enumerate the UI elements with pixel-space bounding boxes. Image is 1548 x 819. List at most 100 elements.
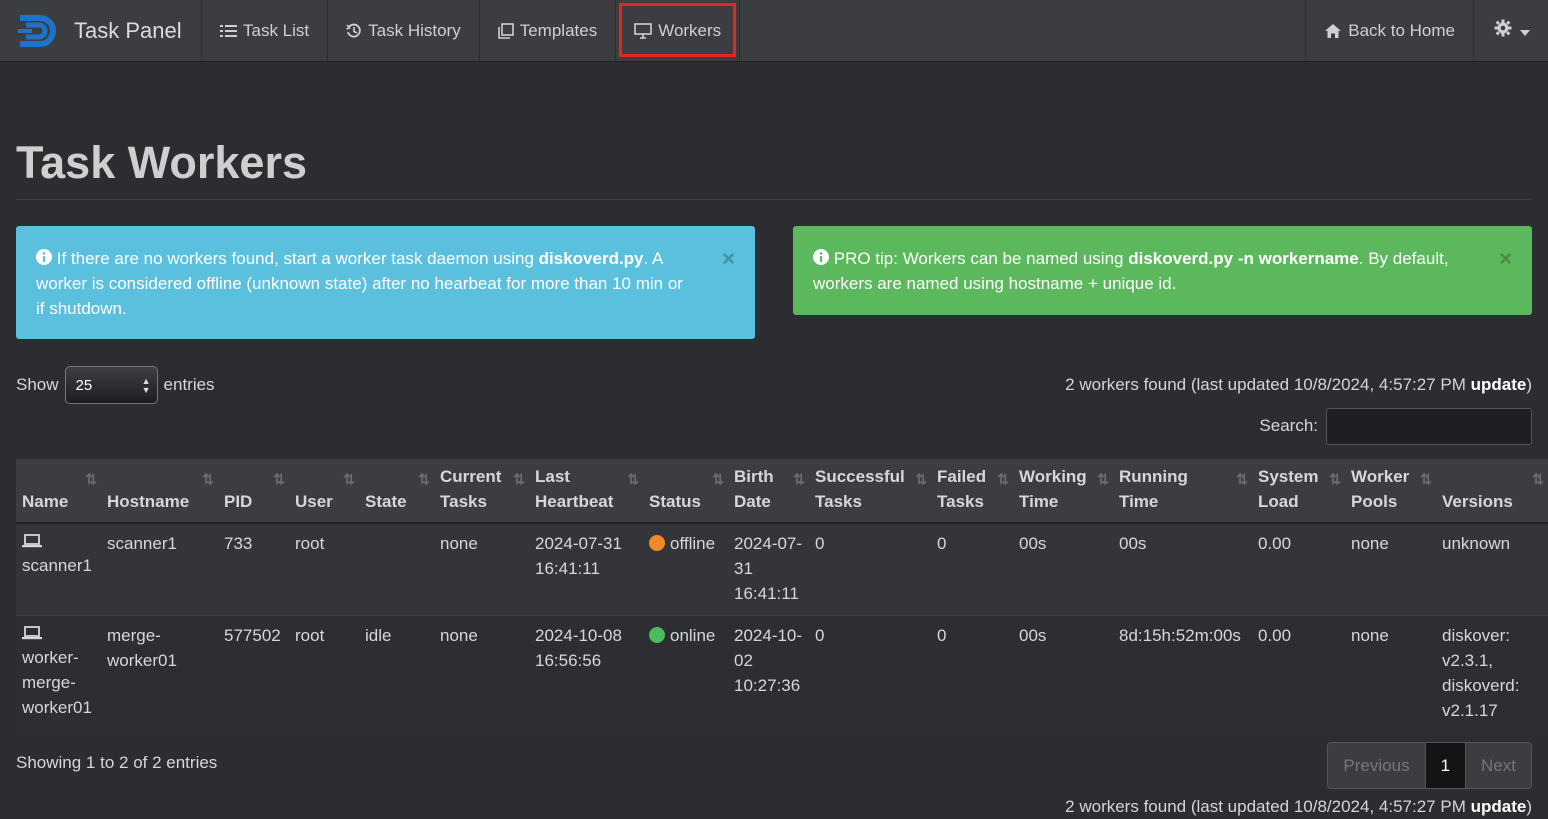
column-header-hostname[interactable]: Hostname ⇅ xyxy=(101,459,218,524)
cell-value: root xyxy=(295,626,325,645)
entries-per-page-select[interactable]: 25 ▲ ▼ xyxy=(64,366,158,404)
sort-icon: ⇅ xyxy=(712,471,724,487)
column-header-versions[interactable]: Versions ⇅ xyxy=(1436,459,1548,524)
nav-task-list[interactable]: Task List xyxy=(202,0,329,61)
info-circle-icon xyxy=(813,249,834,268)
workers-found-status: 2 workers found (last updated 10/8/2024,… xyxy=(1065,375,1532,395)
column-header-worker-pools[interactable]: Worker Pools ⇅ xyxy=(1345,459,1436,524)
cell-name: scanner1 xyxy=(16,522,101,616)
cell-versions: diskover: v2.3.1, diskoverd: v2.1.17 xyxy=(1436,615,1548,732)
status-dot-icon xyxy=(649,535,665,551)
pro-tip-close-button[interactable]: × xyxy=(1499,246,1512,271)
cell-value: 577502 xyxy=(224,626,281,645)
cell-running-time: 00s xyxy=(1113,522,1252,616)
cell-value: 0 xyxy=(815,626,825,645)
sort-icon: ⇅ xyxy=(627,471,639,487)
top-navbar: Task Panel Task List Task History Templa… xyxy=(0,0,1548,62)
workers-table: Name ⇅ Hostname ⇅ PID ⇅ User ⇅ State ⇅ Current Task… xyxy=(16,459,1548,732)
workers-found-close-paren: ) xyxy=(1526,797,1532,816)
cell-value: 733 xyxy=(224,534,253,553)
sort-icon: ⇅ xyxy=(1420,471,1432,487)
cell-birth-date: 2024-07-31 16:41:11 xyxy=(728,522,809,616)
cell-value: online xyxy=(670,626,716,645)
column-header-user[interactable]: User ⇅ xyxy=(289,459,359,524)
column-header-line2: Time xyxy=(1019,492,1059,511)
column-header-running-time[interactable]: Running Time ⇅ xyxy=(1113,459,1252,524)
cell-value: unknown xyxy=(1442,534,1511,553)
column-header-working-time[interactable]: Working Time ⇅ xyxy=(1013,459,1113,524)
home-icon xyxy=(1324,23,1342,39)
column-header-successful-tasks[interactable]: Successful Tasks ⇅ xyxy=(809,459,931,524)
pro-tip-command: diskoverd.py -n workername xyxy=(1128,249,1359,268)
sort-icon: ⇅ xyxy=(915,471,927,487)
column-header-line1 xyxy=(1442,464,1542,489)
column-header-line2: State xyxy=(365,492,407,511)
table-row: scanner1 scanner1 733 root none 2024-07-31 16… xyxy=(16,522,1548,616)
sort-icon: ⇅ xyxy=(1532,471,1544,487)
nav-templates[interactable]: Templates xyxy=(480,0,617,61)
cell-value: 0.00 xyxy=(1258,534,1292,553)
cell-value: none xyxy=(1351,534,1389,553)
column-header-last-heartbeat[interactable]: Last Heartbeat ⇅ xyxy=(529,459,643,524)
column-header-line2: Tasks xyxy=(440,492,487,511)
sort-icon: ⇅ xyxy=(418,471,430,487)
column-header-line2: Hostname xyxy=(107,492,190,511)
column-header-system-load[interactable]: System Load ⇅ xyxy=(1252,459,1345,524)
column-header-birth-date[interactable]: Birth Date ⇅ xyxy=(728,459,809,524)
sort-icon: ⇅ xyxy=(202,471,214,487)
cell-value: 2024-07-31 16:41:11 xyxy=(734,534,803,603)
nav-workers[interactable]: Workers xyxy=(616,0,741,61)
column-header-line2: User xyxy=(295,492,333,511)
cell-value: diskover: v2.3.1, diskoverd: v2.1.17 xyxy=(1442,626,1520,720)
nav-task-history[interactable]: Task History xyxy=(328,0,480,61)
sort-icon: ⇅ xyxy=(1236,471,1248,487)
search-input[interactable] xyxy=(1326,407,1532,445)
cell-value: 8d:15h:52m:00s xyxy=(1119,626,1241,645)
cell-value: scanner1 xyxy=(107,534,177,553)
column-header-line1: Current xyxy=(440,467,502,486)
column-header-state[interactable]: State ⇅ xyxy=(359,459,434,524)
previous-page-button[interactable]: Previous xyxy=(1328,743,1426,788)
nav-templates-label: Templates xyxy=(519,20,598,40)
cell-value: 2024-10-02 10:27:36 xyxy=(734,626,803,695)
sort-icon: ⇅ xyxy=(343,471,355,487)
cell-user: root xyxy=(289,522,359,616)
column-header-line2: Versions xyxy=(1442,492,1513,511)
column-header-failed-tasks[interactable]: Failed Tasks ⇅ xyxy=(931,459,1013,524)
cell-pid: 577502 xyxy=(218,615,289,732)
nav-task-history-label: Task History xyxy=(368,20,461,40)
column-header-line1: Last xyxy=(535,467,570,486)
column-header-status[interactable]: Status ⇅ xyxy=(643,459,728,524)
cell-user: root xyxy=(289,615,359,732)
cell-value: none xyxy=(440,534,478,553)
column-header-name[interactable]: Name ⇅ xyxy=(16,459,101,524)
page-1-button[interactable]: 1 xyxy=(1425,743,1467,788)
sort-icon: ⇅ xyxy=(997,471,1009,487)
info-alert-close-button[interactable]: × xyxy=(722,246,735,271)
back-to-home-link[interactable]: Back to Home xyxy=(1305,0,1473,61)
cell-running-time: 8d:15h:52m:00s xyxy=(1113,615,1252,732)
cell-value: none xyxy=(1351,626,1389,645)
gear-icon xyxy=(1494,19,1512,42)
next-page-button[interactable]: Next xyxy=(1466,743,1531,788)
update-link[interactable]: update xyxy=(1471,375,1527,394)
brand[interactable]: Task Panel xyxy=(0,0,202,61)
sort-icon: ⇅ xyxy=(793,471,805,487)
column-header-line1: Successful xyxy=(815,467,905,486)
column-header-pid[interactable]: PID ⇅ xyxy=(218,459,289,524)
sort-icon: ⇅ xyxy=(273,471,285,487)
brand-title: Task Panel xyxy=(74,17,182,43)
settings-dropdown[interactable] xyxy=(1473,0,1548,61)
monitor-icon xyxy=(634,22,653,39)
list-icon xyxy=(220,24,237,38)
cell-current-tasks: none xyxy=(434,615,529,732)
status-dot-icon xyxy=(649,627,665,643)
cell-hostname: scanner1 xyxy=(101,522,218,616)
column-header-line1: Worker xyxy=(1351,467,1410,486)
nav-task-list-label: Task List xyxy=(243,20,310,40)
laptop-icon xyxy=(22,623,95,645)
cell-value: 0 xyxy=(937,534,947,553)
column-header-current-tasks[interactable]: Current Tasks ⇅ xyxy=(434,459,529,524)
update-link[interactable]: update xyxy=(1471,797,1527,816)
cell-state: idle xyxy=(359,615,434,732)
